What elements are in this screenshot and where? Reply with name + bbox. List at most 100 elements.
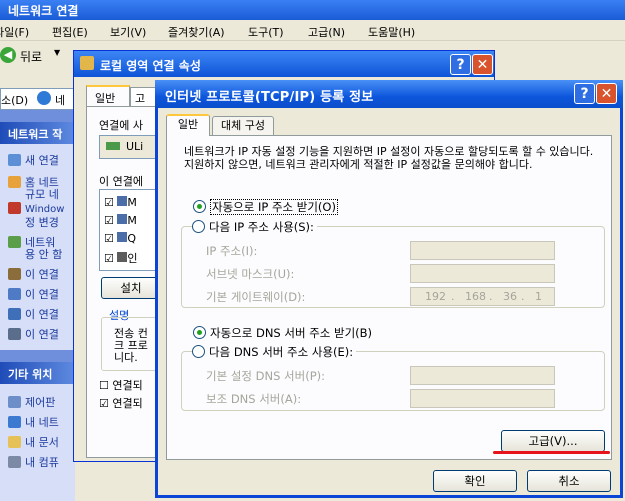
alternate-dns-field[interactable]	[410, 389, 555, 408]
menu-advanced[interactable]: 고급(N)	[308, 24, 345, 40]
adapter-icon	[106, 142, 120, 150]
network-icon	[8, 154, 21, 166]
ip-address-field[interactable]	[410, 241, 555, 260]
preferred-dns-field[interactable]	[410, 366, 555, 385]
component-item[interactable]: ☑ M	[104, 196, 137, 209]
service-icon	[117, 232, 128, 242]
menu-edit[interactable]: 편집(E)	[52, 24, 88, 40]
tcpip-properties-dialog: 인터넷 프로토콜(TCP/IP) 등록 정보 ? ✕ 일반 대체 구성 네트워크…	[155, 80, 623, 498]
radio-ip-manual[interactable]: 다음 IP 주소 사용(S):	[192, 219, 317, 235]
ip-address-label: IP 주소(I):	[206, 244, 258, 258]
lan-close-button[interactable]: ✕	[472, 54, 493, 75]
advanced-button[interactable]: 고급(V)...	[501, 430, 605, 452]
task-repair[interactable]: 이 연결	[8, 266, 59, 282]
component-item[interactable]: ☑ 인	[104, 250, 137, 266]
radio-dns-auto[interactable]: 자동으로 DNS 서버 주소 받기(B)	[193, 325, 372, 341]
menu-tools[interactable]: 도구(T)	[248, 24, 284, 40]
back-label: 뒤로	[20, 50, 43, 64]
place-my-computer[interactable]: 내 컴퓨	[8, 454, 59, 470]
explorer-title-bar: 네트워크 연결	[0, 0, 625, 20]
dns-manual-group: 다음 DNS 서버 주소 사용(E): 기본 설정 DNS 서버(P): 보조 …	[181, 344, 605, 411]
lan-dialog-title: 로컬 영역 연결 속성	[100, 59, 201, 73]
dialog-title-bar: 인터넷 프로토콜(TCP/IP) 등록 정보 ? ✕	[155, 80, 623, 108]
radio-unselected-icon	[192, 220, 205, 233]
network-tasks-list: 새 연결 홈 네트 규모 네 Window 정 변경 네트워 용 안 함 이 연…	[0, 144, 75, 350]
tab-alternate-config[interactable]: 대체 구성	[212, 116, 274, 135]
tab-general[interactable]: 일반	[166, 114, 210, 136]
place-my-network[interactable]: 내 네트	[8, 414, 59, 430]
install-button[interactable]: 설치	[101, 277, 161, 299]
radio-selected-icon	[193, 200, 206, 213]
my-network-icon	[8, 416, 21, 428]
ok-button[interactable]: 확인	[433, 470, 517, 492]
explorer-task-pane: 네트워크 작 새 연결 홈 네트 규모 네 Window 정 변경 네트워 용 …	[0, 110, 75, 501]
general-tab-panel: 네트워크가 IP 자동 설정 기능을 지원하면 IP 설정이 자동으로 할당되도…	[166, 135, 612, 460]
description-text: 네트워크가 IP 자동 설정 기능을 지원하면 IP 설정이 자동으로 할당되도…	[184, 145, 594, 171]
component-item[interactable]: ☑ M	[104, 214, 137, 227]
components-label: 이 연결에	[99, 175, 143, 188]
explorer-menu-bar: 파일(F) 편집(E) 보기(V) 즐겨찾기(A) 도구(T) 고급(N) 도움…	[0, 20, 625, 41]
place-my-documents[interactable]: 내 문서	[8, 434, 59, 450]
radio-dns-manual[interactable]: 다음 DNS 서버 주소 사용(E):	[192, 344, 357, 360]
alternate-dns-label: 보조 DNS 서버(A):	[206, 392, 302, 406]
task-properties[interactable]: 이 연결	[8, 326, 59, 342]
gateway-octet: 36	[503, 290, 517, 303]
menu-file[interactable]: 파일(F)	[0, 24, 29, 40]
other-places-list: 제어판 내 네트 내 문서 내 컴퓨	[0, 384, 75, 501]
client-icon	[117, 196, 128, 206]
disable-network-icon	[8, 236, 21, 248]
back-dropdown-icon[interactable]: ▼	[54, 48, 60, 57]
ip-manual-group: 다음 IP 주소 사용(S): IP 주소(I): 서브넷 마스크(U): 기본…	[181, 219, 605, 308]
dialog-title: 인터넷 프로토콜(TCP/IP) 등록 정보	[165, 90, 374, 105]
subnet-mask-field[interactable]	[410, 264, 555, 283]
radio-ip-auto[interactable]: 자동으로 IP 주소 받기(O)	[193, 199, 338, 215]
properties-icon	[8, 328, 21, 340]
place-control-panel[interactable]: 제어판	[8, 394, 55, 410]
back-button[interactable]: ◀ 뒤로 ▼	[0, 45, 70, 67]
gateway-octet: 168	[465, 290, 486, 303]
preferred-dns-label: 기본 설정 DNS 서버(P):	[206, 369, 325, 383]
notify-checkbox[interactable]: ☑ 연결되	[99, 395, 143, 411]
rename-icon	[8, 288, 21, 300]
lan-tab-general[interactable]: 일반	[86, 85, 130, 107]
highlight-underline	[493, 451, 610, 454]
radio-unselected-icon	[192, 345, 205, 358]
show-icon-checkbox[interactable]: ☐ 연결되	[99, 377, 143, 393]
my-documents-icon	[8, 436, 21, 448]
other-places-header[interactable]: 기타 위치	[0, 362, 75, 384]
address-label: 소(D)	[1, 94, 29, 107]
repair-icon	[8, 268, 21, 280]
explorer-toolbar: ◀ 뒤로 ▼	[0, 41, 80, 85]
network-card-icon	[80, 56, 94, 70]
lan-help-button[interactable]: ?	[450, 54, 471, 75]
menu-view[interactable]: 보기(V)	[110, 24, 146, 40]
component-item[interactable]: ☑ Q	[104, 232, 136, 245]
gateway-label: 기본 게이트웨이(D):	[206, 290, 306, 304]
task-home-network-cont[interactable]: 규모 네	[25, 186, 59, 202]
status-icon	[8, 308, 21, 320]
radio-selected-icon	[193, 326, 206, 339]
firewall-icon	[8, 202, 21, 214]
lan-dialog-title-bar: 로컬 영역 연결 속성	[74, 51, 494, 77]
my-computer-icon	[8, 456, 21, 468]
menu-favorites[interactable]: 즐겨찾기(A)	[168, 24, 225, 40]
gateway-field[interactable]: 192 . 168 . 36 . 1	[410, 287, 555, 306]
address-bar[interactable]: 소(D) 네	[0, 88, 82, 110]
task-new-connection[interactable]: 새 연결	[8, 152, 59, 168]
network-tasks-header[interactable]: 네트워크 작	[0, 122, 75, 144]
subnet-mask-label: 서브넷 마스크(U):	[206, 267, 295, 281]
explorer-title: 네트워크 연결	[8, 4, 79, 18]
task-status[interactable]: 이 연결	[8, 306, 59, 322]
task-rename[interactable]: 이 연결	[8, 286, 59, 302]
connect-using-label: 연결에 사	[99, 119, 143, 132]
gateway-octet: 1	[535, 290, 542, 303]
back-arrow-icon: ◀	[0, 47, 16, 63]
task-disable-cont[interactable]: 용 안 함	[25, 246, 62, 262]
client-icon	[117, 214, 128, 224]
help-button[interactable]: ?	[574, 83, 595, 104]
task-firewall-cont[interactable]: 정 변경	[25, 214, 59, 230]
cancel-button[interactable]: 취소	[527, 470, 611, 492]
menu-help[interactable]: 도움말(H)	[368, 24, 415, 40]
close-button[interactable]: ✕	[596, 83, 617, 104]
home-network-icon	[8, 176, 21, 188]
